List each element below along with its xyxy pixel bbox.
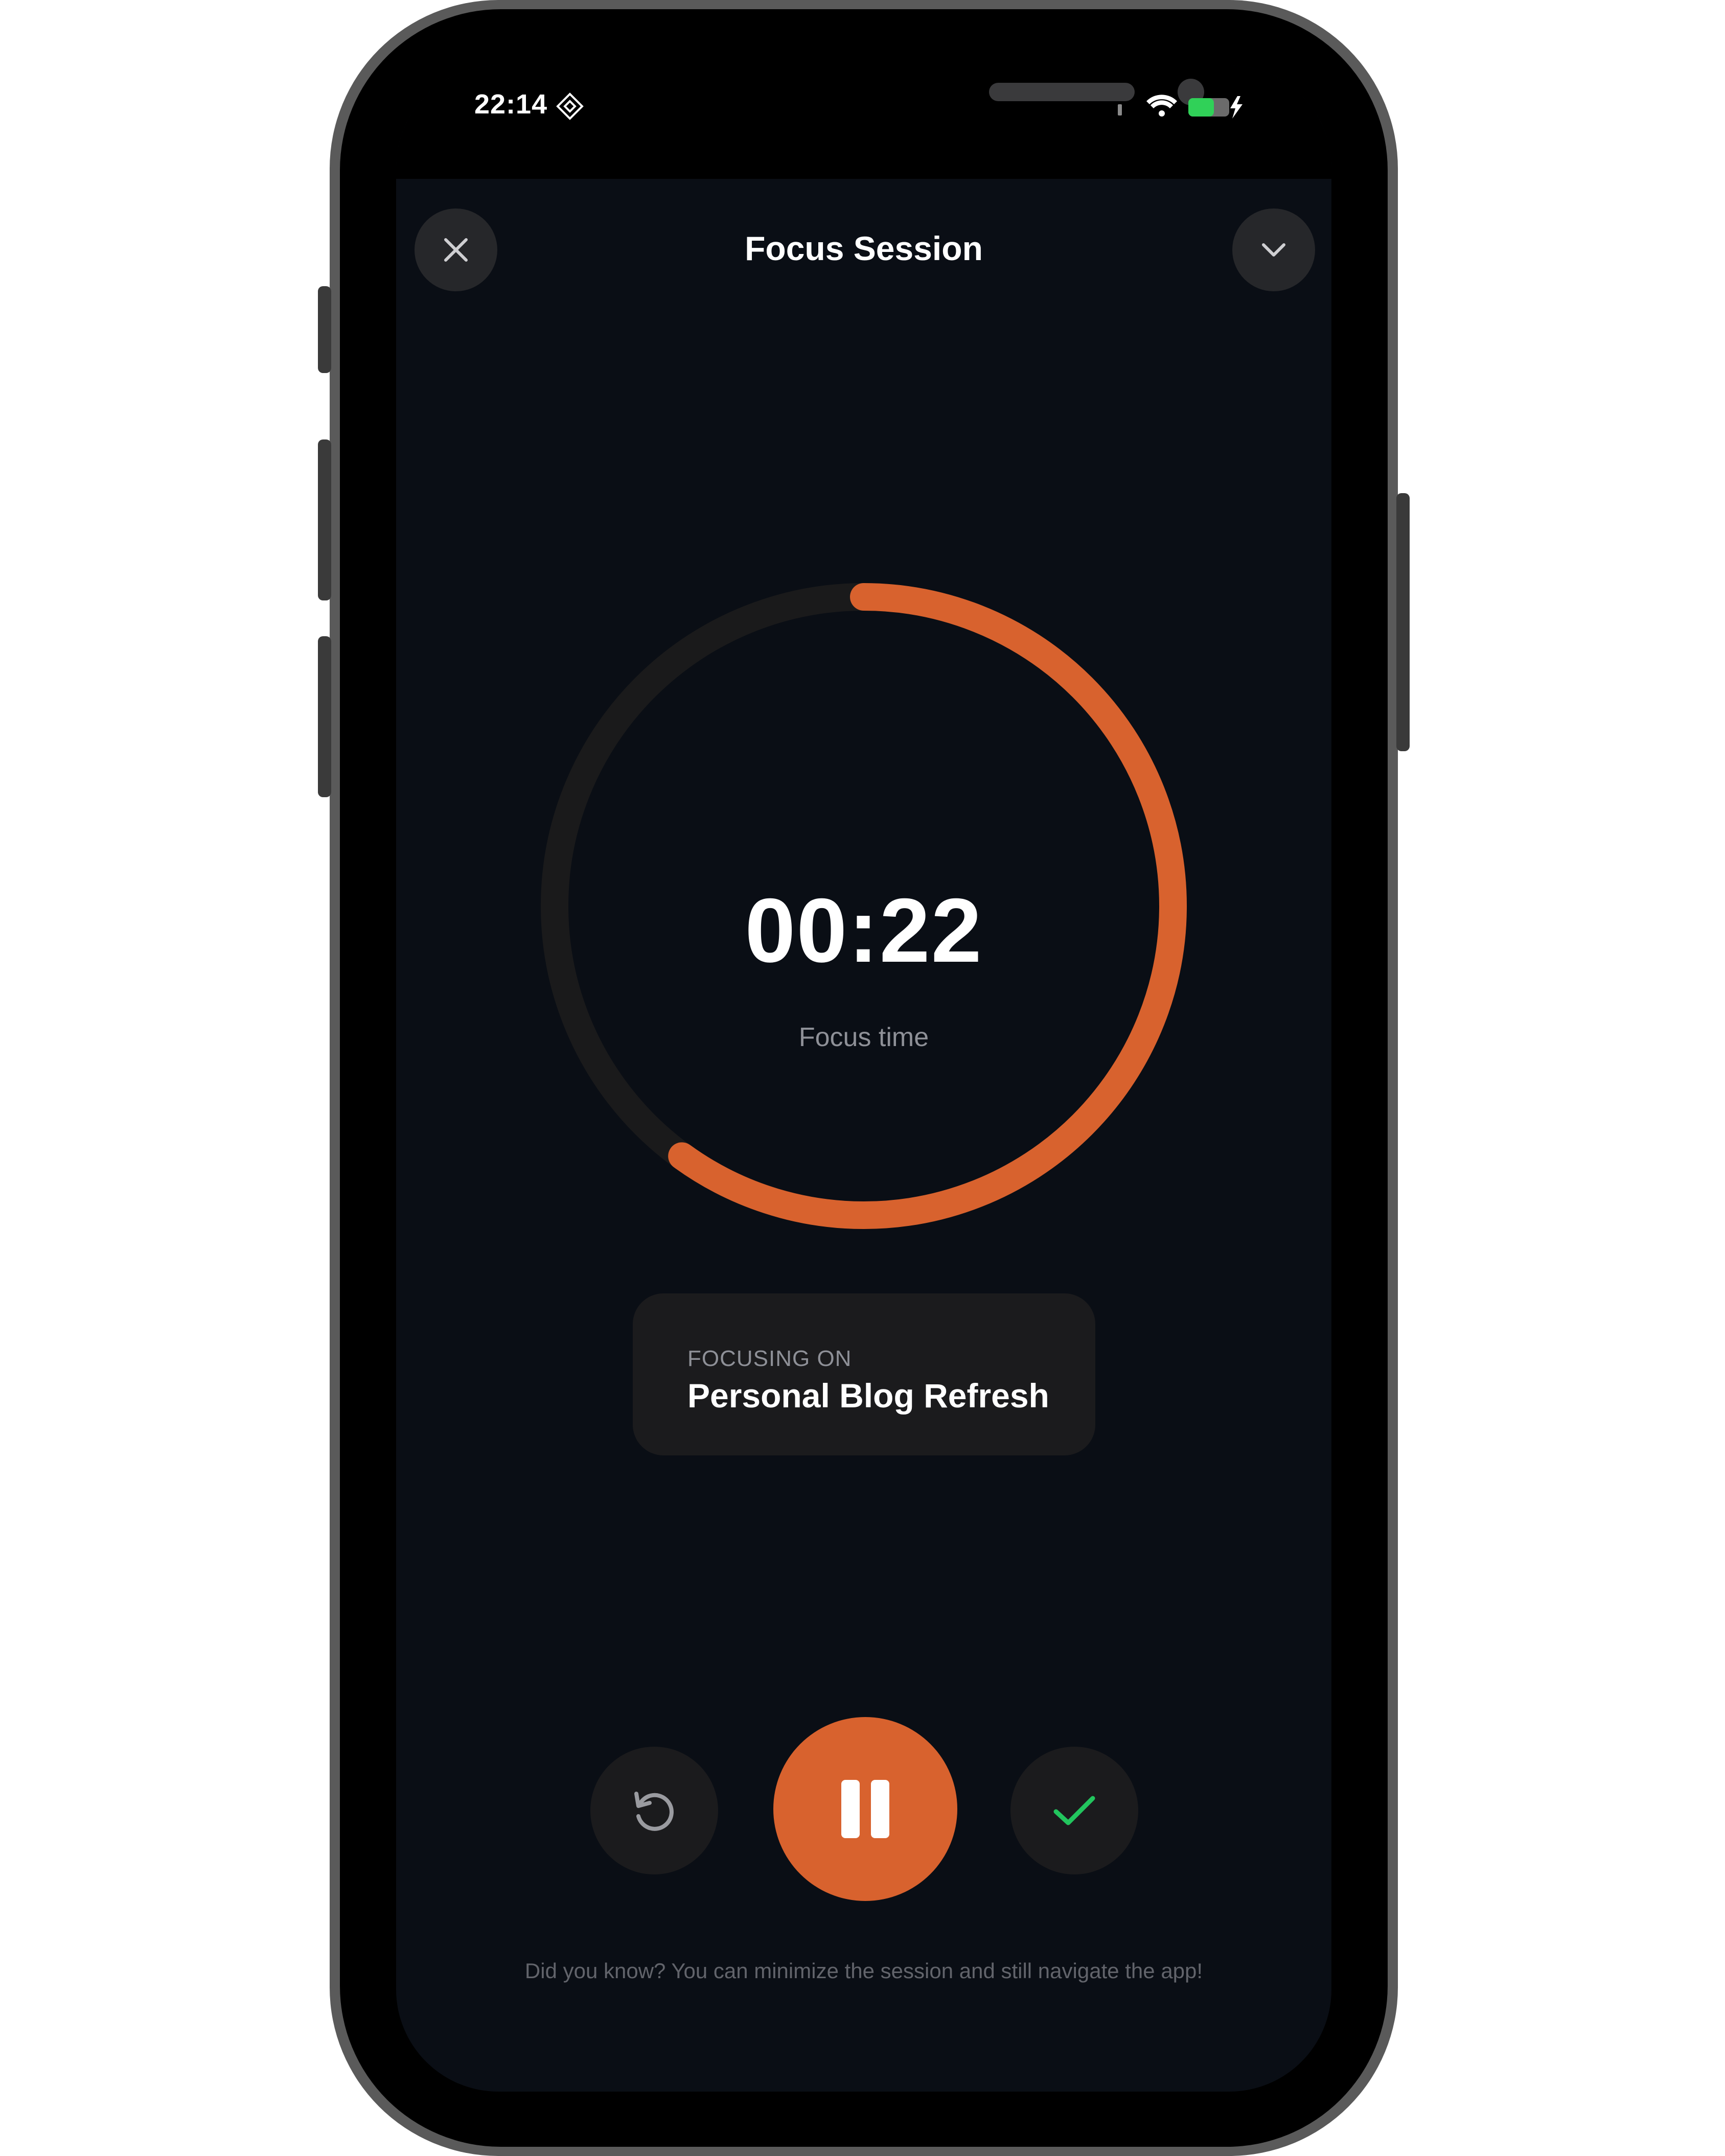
- wifi-icon: [1146, 95, 1177, 117]
- status-bar: 22:14: [396, 65, 1331, 179]
- timer-value: 00:22: [745, 879, 983, 981]
- focus-label: FOCUSING ON: [687, 1346, 852, 1371]
- notch: [598, 65, 1204, 138]
- cellular-signal-icon: [1118, 104, 1122, 115]
- status-indicators: [1118, 95, 1243, 119]
- page-title: Focus Session: [745, 229, 983, 267]
- pause-button[interactable]: [773, 1717, 957, 1901]
- timer-caption: Focus time: [798, 1023, 929, 1052]
- restart-icon: [634, 1792, 674, 1831]
- app-screen: 22:14 Focus Session 00:22 Focus time FOC…: [396, 65, 1331, 2092]
- silent-switch: [318, 286, 331, 373]
- pause-icon: [841, 1780, 889, 1838]
- status-time: 22:14: [474, 89, 548, 120]
- check-icon: [1053, 1796, 1095, 1825]
- hint-text: Did you know? You can minimize the sessi…: [524, 1959, 1203, 1983]
- chevron-down-icon: [1262, 243, 1285, 257]
- focus-card[interactable]: FOCUSING ON Personal Blog Refresh: [633, 1293, 1095, 1455]
- speaker-grille: [989, 83, 1135, 101]
- volume-down-button: [318, 636, 331, 797]
- minimize-button[interactable]: [1232, 208, 1315, 291]
- location-diamond-icon: [556, 92, 584, 120]
- battery-icon: [1188, 96, 1243, 119]
- volume-up-button: [318, 439, 331, 600]
- power-button: [1396, 493, 1410, 751]
- focus-task-title: Personal Blog Refresh: [687, 1377, 1049, 1415]
- complete-button[interactable]: [1010, 1747, 1138, 1874]
- reset-button[interactable]: [590, 1747, 718, 1874]
